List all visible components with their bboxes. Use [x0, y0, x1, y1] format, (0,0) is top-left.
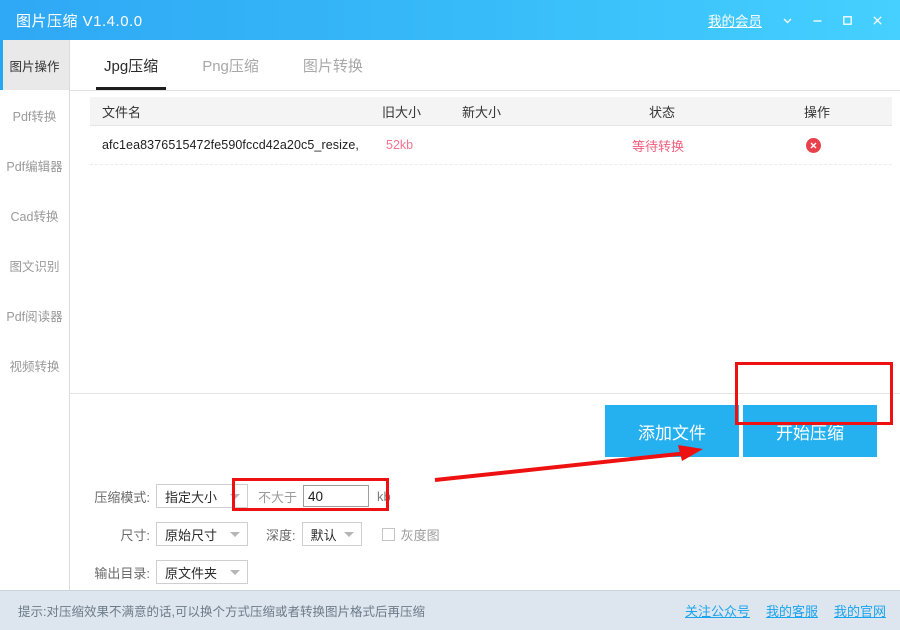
column-header-old-size: 旧大小 — [382, 104, 422, 120]
grayscale-checkbox[interactable]: 灰度图 — [381, 525, 440, 544]
tab-label: 图片转换 — [302, 57, 363, 75]
old-size-text: 52kb — [386, 138, 414, 152]
status-badge: 等待转换 — [631, 138, 684, 154]
column-header-status: 状态 — [648, 104, 675, 120]
sidebar-item-pdf-editor[interactable]: Pdf编辑器 — [0, 140, 69, 190]
app-window: 图片压缩 V1.4.0.0 我的会员 图片操作 Pdf转换 Pdf编辑器 Cad… — [0, 0, 900, 630]
sidebar-item-pdf-reader[interactable]: Pdf阅读器 — [0, 290, 69, 340]
limit-label: 不大于 — [258, 489, 298, 505]
tab-bar: Jpg压缩 Png压缩 图片转换 — [70, 40, 900, 91]
add-file-button[interactable]: 添加文件 — [605, 405, 739, 457]
my-membership-link[interactable]: 我的会员 — [708, 10, 762, 30]
cell-status: 等待转换 — [568, 136, 748, 155]
sidebar-item-cad-convert[interactable]: Cad转换 — [0, 190, 69, 240]
settings-panel: 压缩模式: 指定大小 不大于 kb 尺寸: 原始尺寸 深度: 默认 — [70, 480, 900, 594]
tab-image-convert[interactable]: 图片转换 — [281, 40, 385, 90]
sidebar: 图片操作 Pdf转换 Pdf编辑器 Cad转换 图文识别 Pdf阅读器 视频转换 — [0, 40, 70, 590]
section-divider — [70, 393, 900, 394]
tab-label: Jpg压缩 — [104, 57, 159, 75]
tab-jpg-compress[interactable]: Jpg压缩 — [82, 40, 180, 90]
size-limit-input[interactable] — [303, 485, 370, 507]
output-dir-label: 输出目录: — [94, 565, 150, 581]
sidebar-item-label: Pdf编辑器 — [6, 159, 63, 174]
action-button-row: 添加文件 开始压缩 — [70, 405, 900, 461]
app-title: 图片压缩 V1.4.0.0 — [16, 12, 143, 30]
cell-old-size: 52kb — [380, 138, 458, 152]
close-icon[interactable] — [862, 0, 892, 40]
footer-link-wechat[interactable]: 关注公众号 — [685, 601, 750, 620]
chevron-down-icon — [230, 494, 240, 499]
table-header-row: 文件名 旧大小 新大小 状态 操作 — [90, 97, 892, 126]
file-table: 文件名 旧大小 新大小 状态 操作 afc1ea8376515472fe590f… — [90, 97, 892, 165]
depth-select[interactable]: 默认 — [301, 522, 362, 546]
minimize-icon[interactable] — [802, 0, 832, 40]
column-header-action: 操作 — [803, 104, 830, 120]
limit-unit-label: kb — [377, 488, 391, 504]
checkbox-box-icon — [381, 527, 395, 541]
compress-mode-select[interactable]: 指定大小 — [156, 484, 248, 508]
column-header-new-size: 新大小 — [462, 104, 502, 120]
delete-circle-icon[interactable] — [805, 137, 821, 153]
cell-action — [748, 137, 878, 153]
table-row[interactable]: afc1ea8376515472fe590fccd42a20c5_resize,… — [90, 126, 892, 165]
sidebar-item-ocr[interactable]: 图文识别 — [0, 240, 69, 290]
maximize-icon[interactable] — [832, 0, 862, 40]
cell-filename: afc1ea8376515472fe590fccd42a20c5_resize, — [90, 138, 380, 152]
size-value: 原始尺寸 — [165, 527, 218, 543]
output-dir-value: 原文件夹 — [165, 565, 218, 581]
file-name-text: afc1ea8376515472fe590fccd42a20c5_resize, — [102, 138, 359, 152]
footer-link-support[interactable]: 我的客服 — [766, 601, 818, 620]
setting-row-size-depth: 尺寸: 原始尺寸 深度: 默认 灰度图 — [70, 518, 900, 550]
sidebar-item-pdf-convert[interactable]: Pdf转换 — [0, 90, 69, 140]
chevron-down-icon — [343, 532, 354, 537]
sidebar-item-label: Cad转换 — [10, 209, 59, 224]
sidebar-item-image-ops[interactable]: 图片操作 — [0, 40, 69, 90]
tab-png-compress[interactable]: Png压缩 — [180, 40, 281, 90]
compress-mode-value: 指定大小 — [165, 489, 218, 505]
column-header-filename: 文件名 — [102, 104, 142, 120]
footer-links: 关注公众号 我的客服 我的官网 — [669, 601, 886, 620]
footer-bar: 提示:对压缩效果不满意的话,可以换个方式压缩或者转换图片格式后再压缩 关注公众号… — [0, 590, 900, 630]
title-bar: 图片压缩 V1.4.0.0 我的会员 — [0, 0, 900, 40]
sidebar-item-label: 图文识别 — [9, 259, 60, 274]
sidebar-item-label: Pdf阅读器 — [6, 309, 63, 324]
compress-mode-label: 压缩模式: — [94, 489, 150, 505]
start-compress-button[interactable]: 开始压缩 — [743, 405, 877, 457]
content-area: Jpg压缩 Png压缩 图片转换 文件名 旧大小 新大小 状态 操作 afc1e… — [70, 40, 900, 590]
chevron-down-icon — [230, 570, 240, 575]
window-controls: 我的会员 — [708, 0, 900, 40]
chevron-down-icon — [230, 532, 240, 537]
size-select[interactable]: 原始尺寸 — [156, 522, 248, 546]
footer-link-website[interactable]: 我的官网 — [834, 601, 886, 620]
output-dir-select[interactable]: 原文件夹 — [156, 560, 248, 584]
sidebar-item-video-convert[interactable]: 视频转换 — [0, 340, 69, 390]
sidebar-item-label: 视频转换 — [9, 359, 60, 374]
setting-row-output: 输出目录: 原文件夹 — [70, 556, 900, 588]
depth-label: 深度: — [266, 527, 296, 543]
sidebar-item-label: 图片操作 — [9, 59, 60, 74]
chevron-down-icon[interactable] — [772, 0, 802, 40]
sidebar-item-label: Pdf转换 — [12, 109, 57, 124]
grayscale-label: 灰度图 — [400, 527, 440, 543]
footer-tip-text: 提示:对压缩效果不满意的话,可以换个方式压缩或者转换图片格式后再压缩 — [18, 605, 425, 619]
setting-row-mode: 压缩模式: 指定大小 不大于 kb — [70, 480, 900, 512]
tab-label: Png压缩 — [202, 57, 259, 75]
size-label: 尺寸: — [120, 527, 150, 543]
depth-value: 默认 — [310, 527, 337, 543]
